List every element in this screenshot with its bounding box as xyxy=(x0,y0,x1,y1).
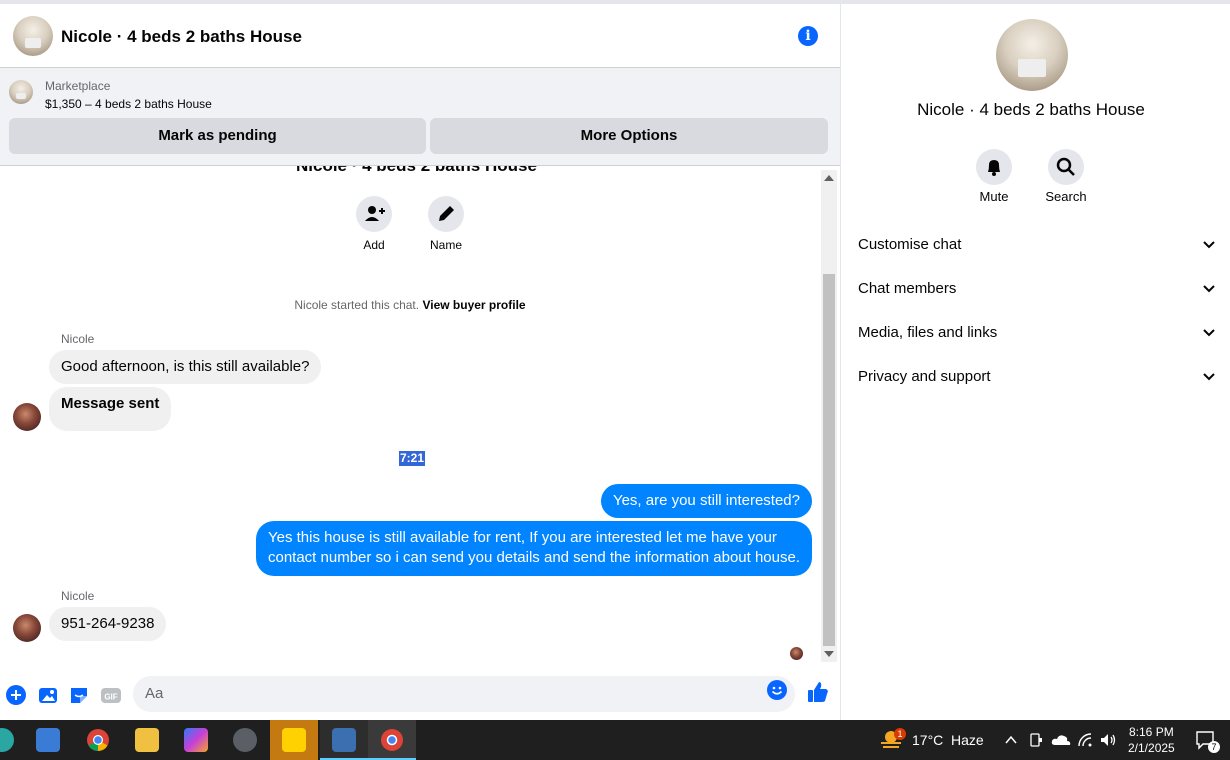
chat-pane: Nicole · 4 beds 2 baths House i Marketpl… xyxy=(0,4,840,720)
store-icon[interactable] xyxy=(36,728,60,752)
clock[interactable]: 8:16 PM 2/1/2025 xyxy=(1128,724,1175,756)
copilot-icon[interactable] xyxy=(184,728,208,752)
gif-icon[interactable]: GIF xyxy=(100,684,122,706)
message-scrollbar[interactable] xyxy=(821,170,837,662)
sender-avatar[interactable] xyxy=(13,614,41,642)
scroll-down-arrow-icon[interactable] xyxy=(824,651,834,657)
view-buyer-profile-link[interactable]: View buyer profile xyxy=(422,298,525,312)
add-button[interactable] xyxy=(356,196,392,232)
weather-text[interactable]: Haze xyxy=(951,732,984,748)
conversation-title: Nicole · 4 beds 2 baths House xyxy=(296,166,537,176)
chat-started-note: Nicole started this chat. View buyer pro… xyxy=(0,298,820,312)
notification-count: 7 xyxy=(1208,741,1220,753)
thumbs-up-icon[interactable] xyxy=(806,680,830,704)
weather-badge: 1 xyxy=(894,728,906,740)
search-label: Search xyxy=(1045,189,1087,204)
pencil-icon xyxy=(439,206,454,221)
taskbar: 1 17°C Haze 8:16 PM 2/1/2025 7 xyxy=(0,720,1230,760)
name-label: Name xyxy=(429,238,462,252)
message-list: Nicole · 4 beds 2 baths House Add Name N… xyxy=(0,166,820,662)
chevron-down-icon xyxy=(1203,373,1215,381)
mute-label: Mute xyxy=(979,189,1009,204)
sender-name: Nicole xyxy=(61,589,95,603)
chevron-down-icon xyxy=(1203,285,1215,293)
listing-thumbnail[interactable] xyxy=(9,80,33,104)
add-label: Add xyxy=(363,238,385,252)
outgoing-message-line: contact number so i can send you details… xyxy=(267,549,800,566)
search-icon xyxy=(1056,157,1075,176)
section-media-files-links[interactable]: Media, files and links xyxy=(858,324,1216,348)
name-button[interactable] xyxy=(428,196,464,232)
volume-icon[interactable] xyxy=(1099,732,1117,748)
edge-icon[interactable] xyxy=(0,728,14,752)
mute-button[interactable] xyxy=(976,149,1012,185)
chevron-up-icon[interactable] xyxy=(1004,733,1018,747)
section-label: Media, files and links xyxy=(858,324,998,341)
read-receipt-avatar xyxy=(790,647,803,660)
svg-text:GIF: GIF xyxy=(104,693,117,702)
sender-name: Nicole xyxy=(61,332,95,346)
conversation-info-panel: Nicole · 4 beds 2 baths House Mute Searc… xyxy=(840,4,1230,720)
chevron-down-icon xyxy=(1203,241,1215,249)
scroll-up-arrow-icon[interactable] xyxy=(824,175,834,181)
chat-started-text: Nicole started this chat. xyxy=(294,298,420,312)
add-person-icon xyxy=(365,206,385,221)
chat-header: Nicole · 4 beds 2 baths House i xyxy=(0,4,840,68)
onedrive-icon[interactable] xyxy=(1051,733,1071,747)
temperature-text[interactable]: 17°C xyxy=(912,732,943,748)
incoming-message[interactable]: Message sent xyxy=(49,387,172,431)
clock-time: 8:16 PM xyxy=(1129,725,1174,739)
search-button[interactable] xyxy=(1048,149,1084,185)
chevron-down-icon xyxy=(1203,329,1215,337)
chat-title[interactable]: Nicole · 4 beds 2 baths House xyxy=(61,27,302,47)
section-chat-members[interactable]: Chat members xyxy=(858,280,1216,304)
message-timestamp: 7:21 xyxy=(399,451,426,466)
outgoing-message[interactable]: Yes this house is still available for re… xyxy=(255,521,812,576)
incoming-message[interactable]: Good afternoon, is this still available? xyxy=(49,350,322,384)
plus-circle-icon[interactable] xyxy=(5,684,27,706)
info-icon[interactable]: i xyxy=(798,26,818,46)
section-label: Chat members xyxy=(858,280,957,297)
emoji-icon[interactable] xyxy=(767,680,787,700)
sender-avatar[interactable] xyxy=(13,403,41,431)
photo-icon[interactable] xyxy=(37,684,59,706)
bell-icon xyxy=(988,160,1000,176)
more-options-button[interactable]: More Options xyxy=(430,118,828,154)
remote-app-icon[interactable] xyxy=(332,728,356,752)
clock-date: 2/1/2025 xyxy=(1128,741,1175,755)
section-privacy-support[interactable]: Privacy and support xyxy=(858,368,1216,392)
app-icon[interactable] xyxy=(233,728,257,752)
outgoing-message-line: Yes this house is still available for re… xyxy=(267,529,777,546)
outgoing-message[interactable]: Yes, are you still interested? xyxy=(600,484,812,518)
chrome-icon[interactable] xyxy=(86,728,110,752)
section-label: Privacy and support xyxy=(858,368,991,385)
wifi-icon[interactable] xyxy=(1077,732,1093,748)
message-input[interactable]: Aa xyxy=(133,676,795,712)
profile-avatar[interactable] xyxy=(996,19,1068,91)
sticker-icon[interactable] xyxy=(68,684,90,706)
listing-summary[interactable]: $1,350 – 4 beds 2 baths House xyxy=(45,97,212,111)
chat-avatar[interactable] xyxy=(13,16,53,56)
smile-glyph-icon xyxy=(771,686,783,695)
incoming-message[interactable]: 951-264-9238 xyxy=(49,607,167,641)
marketplace-bar: Marketplace $1,350 – 4 beds 2 baths Hous… xyxy=(0,68,840,166)
scroll-thumb[interactable] xyxy=(823,274,835,646)
composer: GIF Aa xyxy=(0,672,840,718)
mark-as-pending-button[interactable]: Mark as pending xyxy=(9,118,426,154)
section-customise-chat[interactable]: Customise chat xyxy=(858,236,1216,260)
meet-icon[interactable] xyxy=(1029,732,1043,748)
chrome-profile-icon[interactable] xyxy=(380,728,404,752)
profile-title: Nicole · 4 beds 2 baths House xyxy=(917,100,1145,119)
marketplace-label: Marketplace xyxy=(45,79,111,93)
file-explorer-icon[interactable] xyxy=(135,728,159,752)
section-label: Customise chat xyxy=(858,236,962,253)
sticky-notes-icon[interactable] xyxy=(282,728,306,752)
